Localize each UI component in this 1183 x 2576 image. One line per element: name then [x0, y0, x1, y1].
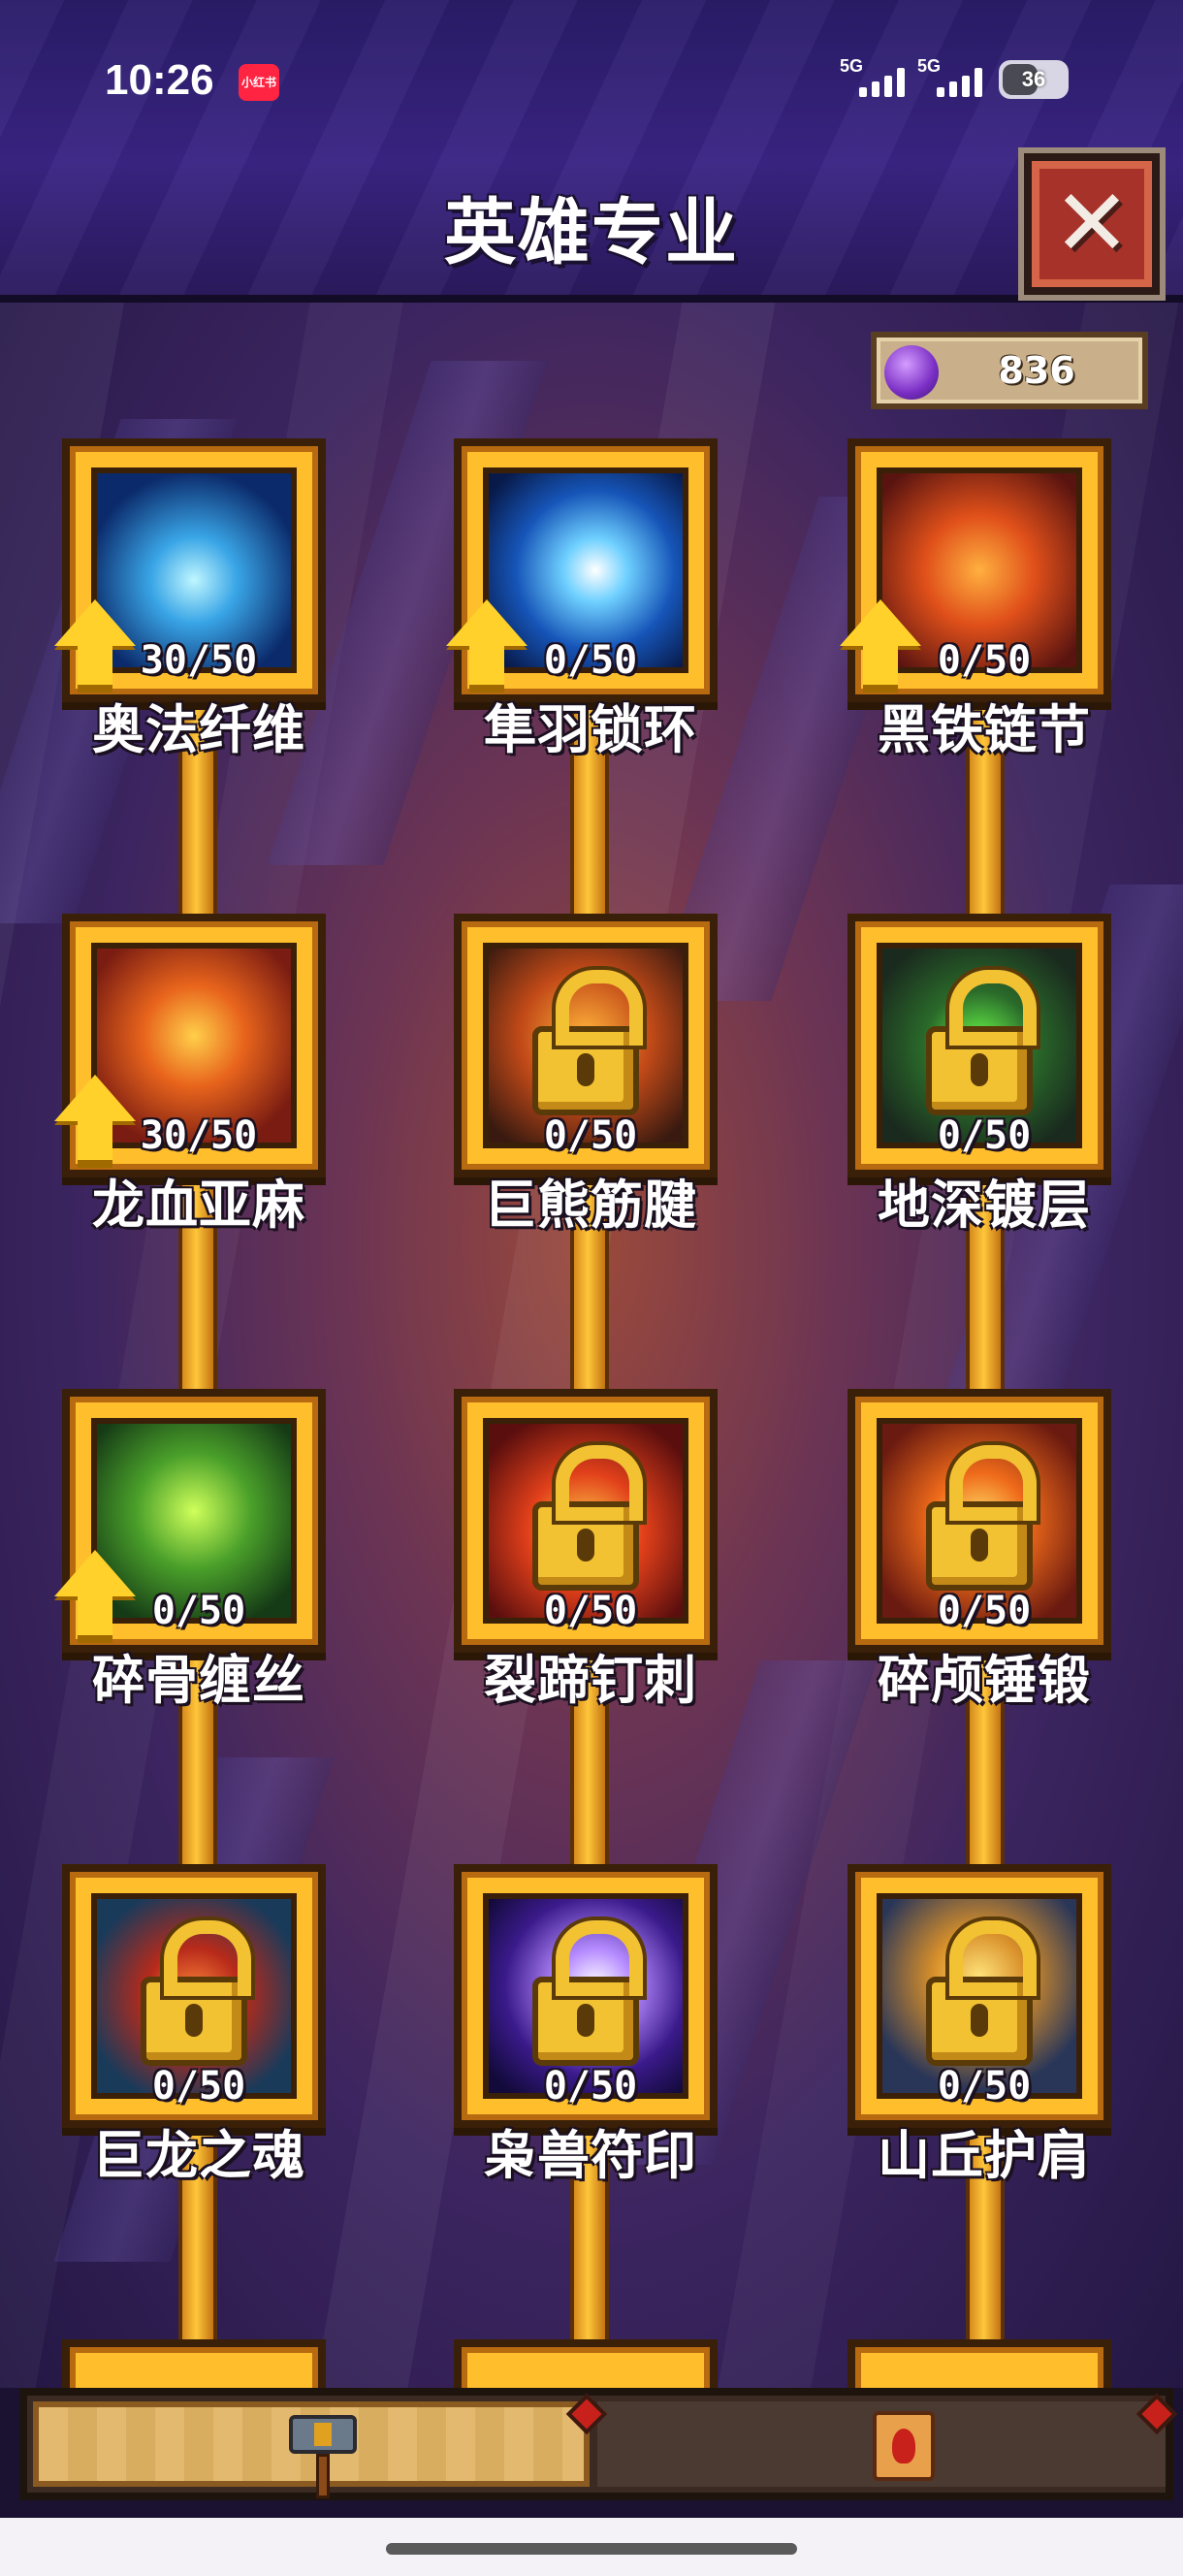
- node-name: 巨龙之魂: [92, 2125, 305, 2186]
- node-progress: 0/50: [543, 638, 638, 683]
- page-title: 英雄专业: [444, 191, 739, 274]
- padlock-icon: [926, 1445, 1037, 1591]
- node-name: 裂蹄钉刺: [484, 1650, 697, 1711]
- node-progress: 30/50: [140, 638, 258, 683]
- node-name: 隼羽锁环: [484, 699, 697, 760]
- tab-hammer[interactable]: [33, 2401, 590, 2498]
- scroll-icon: [873, 2411, 935, 2481]
- tab-scroll[interactable]: [865, 2399, 943, 2489]
- node-frame: [62, 2339, 326, 2388]
- close-button[interactable]: ✕: [1024, 153, 1160, 295]
- padlock-icon: [532, 1920, 643, 2066]
- node-name: 碎骨缠丝: [92, 1650, 305, 1711]
- node-name: 龙血亚麻: [92, 1175, 305, 1236]
- node-name: 枭兽符印: [484, 2125, 697, 2186]
- node-name: 碎颅锤锻: [878, 1650, 1091, 1711]
- node-progress: 0/50: [937, 1113, 1032, 1158]
- purple-gem-icon: [884, 345, 939, 400]
- hammer-icon: [289, 2407, 357, 2508]
- status-time: 10:26: [105, 56, 214, 104]
- node-name: 黑铁链节: [878, 699, 1091, 760]
- node-progress: 0/50: [543, 1589, 638, 1633]
- node-frame: [847, 2339, 1111, 2388]
- app-badge: 小红书: [239, 64, 279, 101]
- node-progress: 0/50: [937, 638, 1032, 683]
- currency-amount: 836: [998, 349, 1075, 392]
- home-indicator[interactable]: [386, 2543, 797, 2555]
- node-progress: 0/50: [937, 1589, 1032, 1633]
- node-progress: 0/50: [151, 2064, 246, 2109]
- battery-icon: 36: [999, 60, 1069, 99]
- currency-display: 836: [871, 332, 1148, 409]
- node-name: 地深镀层: [878, 1175, 1091, 1236]
- node-name: 山丘护肩: [878, 2125, 1091, 2186]
- padlock-icon: [532, 1445, 643, 1591]
- node-name: 奥法纤维: [92, 699, 305, 760]
- node-frame: [454, 2339, 718, 2388]
- battery-level: 36: [1021, 67, 1046, 91]
- padlock-icon: [141, 1920, 251, 2066]
- node-progress: 0/50: [543, 2064, 638, 2109]
- signal-icon-2: 5G: [917, 56, 985, 101]
- header-bar: 10:26 小红书 5G 5G 36 英雄专业 ✕: [0, 0, 1183, 303]
- node-name: 巨熊筋腱: [484, 1175, 697, 1236]
- close-x-icon: ✕: [1052, 169, 1132, 277]
- node-progress: 0/50: [151, 1589, 246, 1633]
- node-progress: 0/50: [543, 1113, 638, 1158]
- signal-icon: 5G: [840, 56, 908, 101]
- node-progress: 0/50: [937, 2064, 1032, 2109]
- bottom-tab-bar: [19, 2388, 1178, 2500]
- padlock-icon: [532, 970, 643, 1115]
- talent-tree-area: 836 30/50 奥法纤维 0/50 隼羽锁环 0/50 黑铁链节 30/50…: [0, 303, 1183, 2388]
- padlock-icon: [926, 1920, 1037, 2066]
- node-progress: 30/50: [140, 1113, 258, 1158]
- padlock-icon: [926, 970, 1037, 1115]
